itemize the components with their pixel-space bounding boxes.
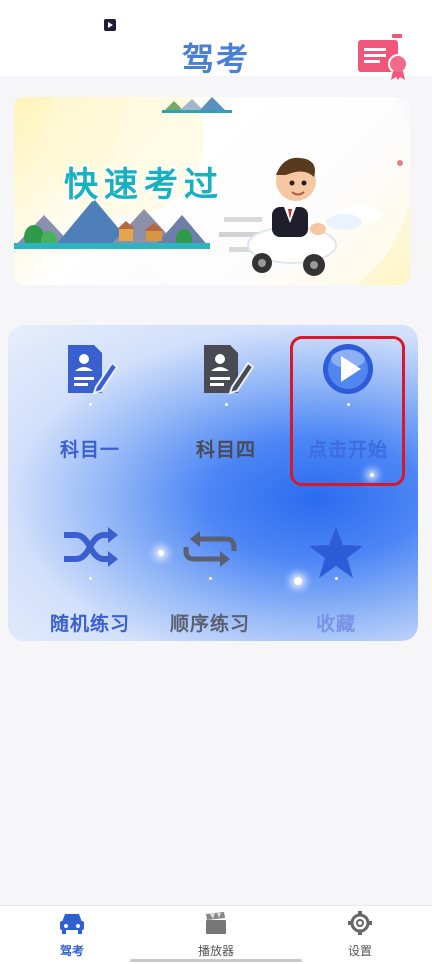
header: 驾考 — [0, 32, 432, 80]
document-edit-icon — [204, 345, 254, 395]
star-icon — [309, 527, 363, 578]
certificate-icon[interactable] — [356, 34, 410, 80]
car-icon — [60, 914, 84, 934]
promo-banner[interactable]: 快速考过 — [14, 97, 410, 285]
media-app-icon — [104, 19, 116, 31]
home-indicator — [130, 959, 302, 962]
menu-item-label: 科目四 — [195, 439, 256, 461]
highlight-box — [290, 336, 405, 486]
nav-item-settings[interactable]: 设置 — [288, 906, 432, 964]
repeat-icon — [183, 531, 237, 567]
menu-item-subject-one[interactable]: 科目一 — [22, 331, 158, 471]
menu-item-favorites[interactable]: 收藏 — [268, 515, 404, 641]
document-edit-icon — [68, 345, 118, 395]
status-bar — [0, 0, 432, 32]
nav-label: 设置 — [347, 944, 372, 958]
menu-item-subject-four[interactable]: 科目四 — [158, 331, 294, 471]
banner-slogan: 快速考过 — [64, 165, 224, 205]
menu-item-label: 收藏 — [315, 613, 356, 635]
menu-item-label: 科目一 — [59, 439, 120, 461]
nav-label: 播放器 — [197, 944, 234, 958]
shuffle-icon — [64, 527, 118, 567]
menu-item-sequential-practice[interactable]: 顺序练习 — [142, 515, 278, 641]
menu-item-label: 随机练习 — [49, 613, 130, 635]
nav-item-player[interactable]: 播放器 — [144, 906, 288, 964]
gear-icon — [348, 911, 372, 935]
clapperboard-icon — [206, 912, 226, 934]
nav-item-driving-test[interactable]: 驾考 — [0, 906, 144, 964]
nav-label: 驾考 — [59, 944, 84, 958]
menu-item-label: 顺序练习 — [169, 613, 250, 635]
menu-item-random-practice[interactable]: 随机练习 — [22, 515, 158, 641]
main-menu-panel: 科目一 科目四 点击开始 随机练习 顺序练习 收藏 — [8, 325, 418, 641]
bottom-navigation: 驾考 播放器 设置 — [0, 905, 432, 964]
